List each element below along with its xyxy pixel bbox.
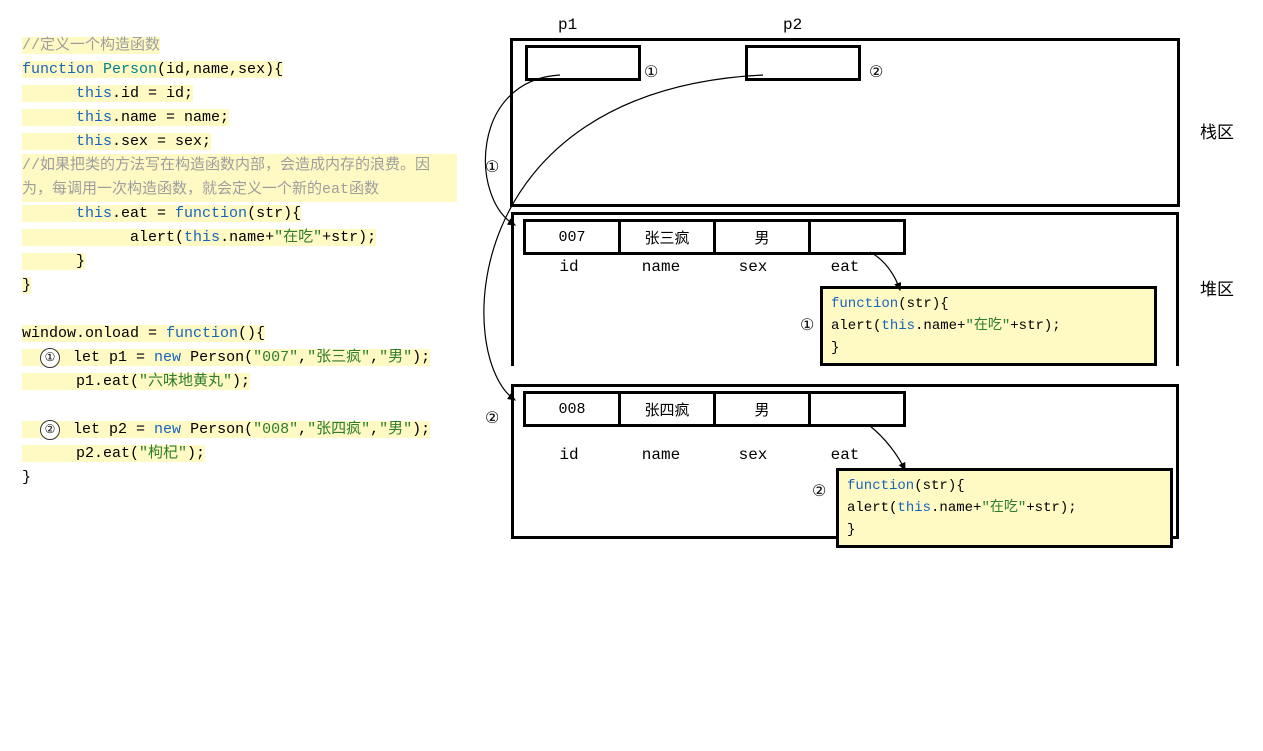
p1-var-box [525,45,641,81]
code-block: //定义一个构造函数 function Person(id,name,sex){… [22,10,462,490]
code-comment-2: //如果把类的方法写在构造函数内部，会造成内存的浪费。因为，每调用一次构造函数，… [22,154,457,202]
marker-2b: ② [812,481,826,501]
heap-area-label: 堆区 [1200,275,1234,301]
code-comment: //定义一个构造函数 [22,37,160,54]
obj2-field-labels: idnamesexeat [523,446,891,464]
marker-2: ② [869,62,883,82]
marker-2c: ② [485,408,499,428]
func-box-1: function(str){ alert(this.name+"在吃"+str)… [820,286,1157,366]
p2-label: p2 [783,16,802,34]
p2-var-box [745,45,861,81]
marker-1: ① [644,62,658,82]
badge-2: ② [40,420,60,440]
marker-1c: ① [485,157,499,177]
stack-area-label: 栈区 [1200,118,1234,144]
badge-1: ① [40,348,60,368]
obj1-row: 007 张三疯 男 [523,219,906,255]
obj2-row: 008 张四疯 男 [523,391,906,427]
func-box-2: function(str){ alert(this.name+"在吃"+str)… [836,468,1173,548]
marker-1b: ① [800,315,814,335]
obj1-field-labels: idnamesexeat [523,258,891,276]
p1-label: p1 [558,16,577,34]
